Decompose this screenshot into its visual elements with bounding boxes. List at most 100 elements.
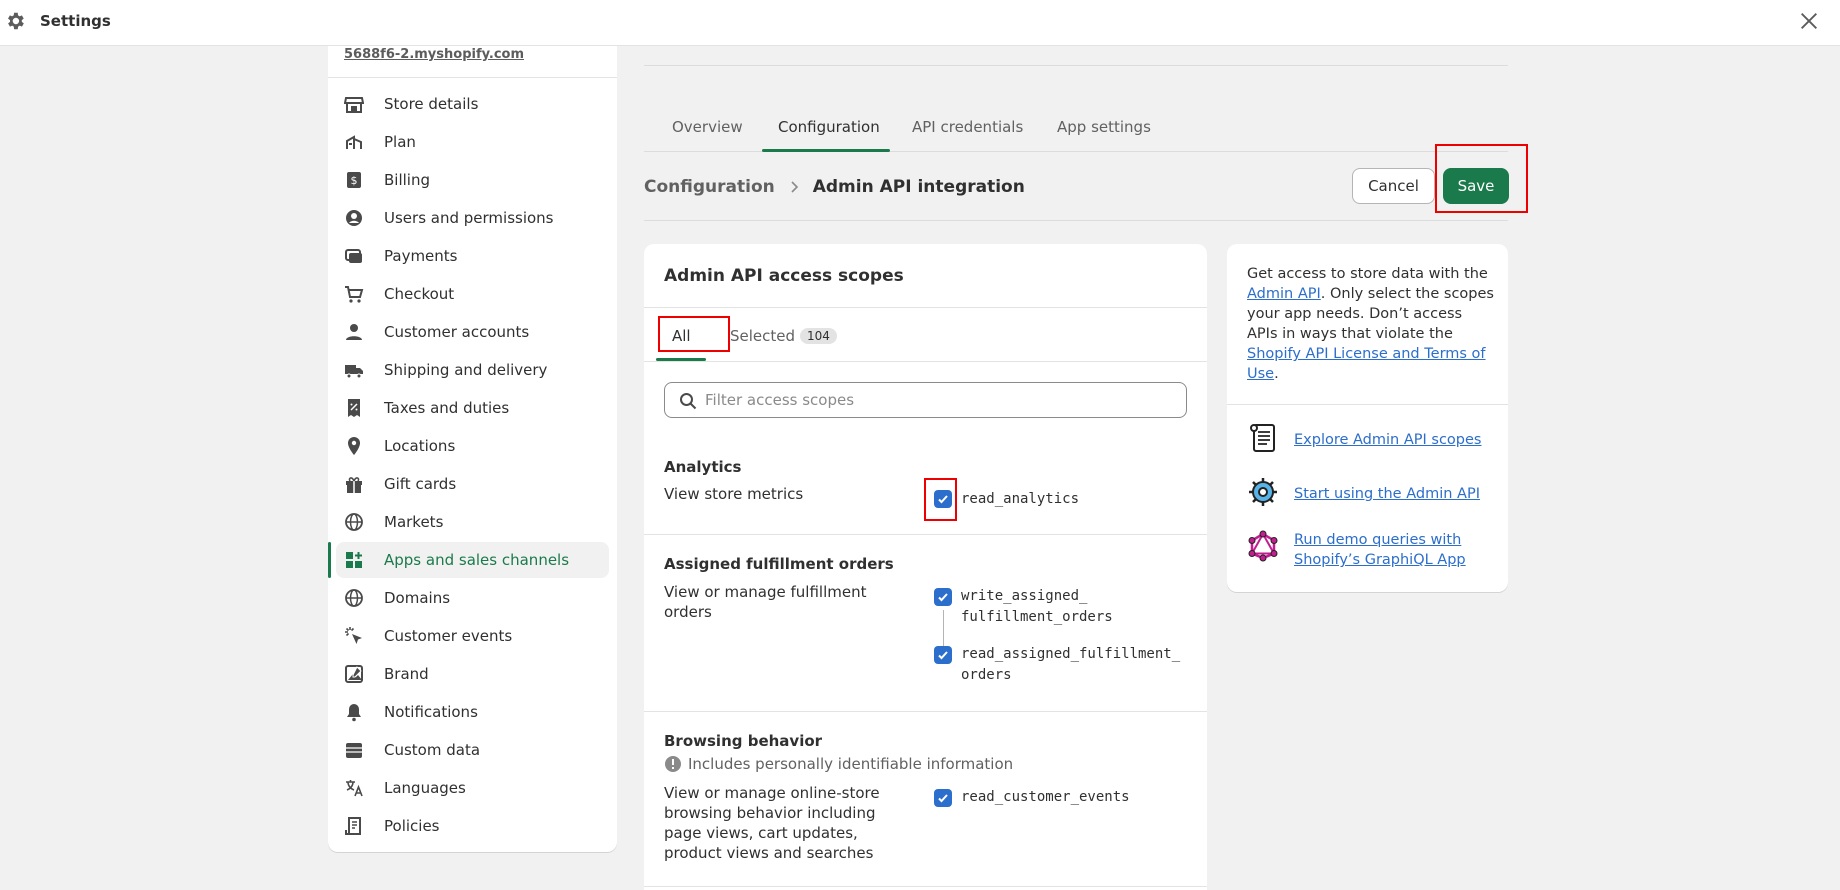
- scope-name: fulfillment_orders: [961, 609, 1113, 625]
- sidebar-item-label: Plan: [384, 133, 416, 151]
- info-text: Get access to store data with the Admin …: [1247, 264, 1495, 384]
- sidebar-item-label: Notifications: [384, 703, 478, 721]
- scope-checkbox[interactable]: [934, 490, 952, 508]
- start-admin-api-link[interactable]: Start using the Admin API: [1294, 484, 1494, 504]
- scope-connector-line: [943, 610, 944, 646]
- sidebar-item-domains[interactable]: Domains: [336, 580, 609, 616]
- tab-selected-scopes[interactable]: Selected 104: [730, 327, 837, 345]
- sidebar-item-languages[interactable]: Languages: [336, 770, 609, 806]
- sidebar-item-payments[interactable]: Payments: [336, 238, 609, 274]
- section-description: View store metrics: [664, 485, 804, 503]
- filter-scopes-field[interactable]: [664, 382, 1187, 418]
- truck-icon: [345, 365, 363, 379]
- checkmark-icon: [938, 794, 948, 803]
- sidebar-item-label: Customer accounts: [384, 323, 530, 341]
- scope-name: read_analytics: [961, 491, 1080, 507]
- brand-icon: [345, 665, 363, 683]
- save-button[interactable]: Save: [1443, 168, 1509, 204]
- sidebar-item-customer-events[interactable]: Customer events: [336, 618, 609, 654]
- scope-checkbox[interactable]: [934, 588, 952, 606]
- card-title: Admin API access scopes: [664, 266, 904, 286]
- location-icon: [348, 437, 360, 455]
- tab-configuration[interactable]: Configuration: [778, 118, 880, 136]
- sidebar-item-label: Markets: [384, 513, 444, 531]
- sidebar-item-users-and-permissions[interactable]: Users and permissions: [336, 200, 609, 236]
- settings-nav: Store details Plan $ Billing Users and permi…: [328, 86, 609, 846]
- divider: [328, 77, 617, 78]
- breadcrumb-parent-link[interactable]: Configuration: [644, 177, 775, 197]
- divider: [644, 307, 1207, 308]
- search-icon: [680, 393, 697, 410]
- cursor-icon: [345, 627, 362, 644]
- sidebar-item-billing[interactable]: $ Billing: [336, 162, 609, 198]
- access-scopes-card: Admin API access scopes All Selected 104 …: [644, 244, 1207, 890]
- scope-checkbox[interactable]: [934, 646, 952, 664]
- sidebar-item-markets[interactable]: Markets: [336, 504, 609, 540]
- gear-icon: [8, 12, 24, 30]
- tab-all-scopes[interactable]: All: [672, 327, 691, 345]
- sidebar-item-label: Shipping and delivery: [384, 361, 548, 379]
- explore-scopes-link[interactable]: Explore Admin API scopes: [1294, 430, 1494, 450]
- sidebar-item-label: Domains: [384, 589, 451, 607]
- scroll-icon: [1250, 424, 1275, 452]
- sidebar-item-custom-data[interactable]: Custom data: [336, 732, 609, 768]
- divider: [1227, 404, 1508, 405]
- receipt-icon: [348, 399, 360, 417]
- breadcrumb-current: Admin API integration: [812, 177, 1025, 197]
- sidebar-item-label: Users and permissions: [384, 209, 554, 227]
- close-icon[interactable]: [1798, 10, 1820, 32]
- sidebar-item-plan[interactable]: Plan: [336, 124, 609, 160]
- cancel-button[interactable]: Cancel: [1352, 168, 1435, 204]
- sidebar-item-gift-cards[interactable]: Gift cards: [336, 466, 609, 502]
- sidebar-item-label: Taxes and duties: [384, 399, 510, 417]
- sidebar-item-apps-and-sales-channels[interactable]: Apps and sales channels: [328, 542, 609, 578]
- section-title: Assigned fulfillment orders: [664, 555, 894, 573]
- active-tab-indicator: [762, 149, 890, 152]
- sidebar-item-label: Store details: [384, 95, 479, 113]
- sidebar-item-store-details[interactable]: Store details: [336, 86, 609, 122]
- divider: [644, 361, 1207, 362]
- divider: [644, 65, 1508, 66]
- divider: [644, 220, 1508, 221]
- sidebar-item-brand[interactable]: Brand: [336, 656, 609, 692]
- bell-icon: [347, 704, 361, 722]
- store-icon: [344, 97, 364, 113]
- database-icon: [346, 743, 362, 758]
- sidebar-item-label: Customer events: [384, 627, 513, 645]
- section-description: View or manage online-store browsing beh…: [664, 784, 880, 862]
- scope-checkbox[interactable]: [934, 789, 952, 807]
- sidebar-item-label: Custom data: [384, 741, 481, 759]
- tab-bar: Overview Configuration API credentials A…: [644, 110, 1508, 152]
- pii-note: Includes personally identifiable informa…: [664, 755, 1013, 773]
- tab-app-settings[interactable]: App settings: [1057, 118, 1151, 136]
- filter-scopes-input[interactable]: [705, 389, 1175, 411]
- sidebar-item-customer-accounts[interactable]: Customer accounts: [336, 314, 609, 350]
- gift-icon: [346, 477, 362, 493]
- api-license-link[interactable]: Shopify API License and Terms of Use: [1247, 346, 1486, 382]
- info-text-part: Get access to store data with the: [1247, 266, 1488, 282]
- store-url-link[interactable]: 5688f6-2.myshopify.com: [344, 47, 524, 62]
- tab-api-credentials[interactable]: API credentials: [912, 118, 1023, 136]
- chevron-right-icon: [791, 181, 798, 193]
- apps-icon: [346, 552, 362, 568]
- sidebar-item-label: Policies: [384, 817, 440, 835]
- admin-api-link[interactable]: Admin API: [1247, 286, 1321, 302]
- sidebar-item-label: Billing: [384, 171, 430, 189]
- language-icon: [346, 780, 363, 797]
- sidebar-item-locations[interactable]: Locations: [336, 428, 609, 464]
- section-title: Browsing behavior: [664, 732, 823, 750]
- user-circle-icon: [346, 210, 362, 226]
- sidebar-item-shipping-and-delivery[interactable]: Shipping and delivery: [336, 352, 609, 388]
- sidebar-item-policies[interactable]: Policies: [336, 808, 609, 844]
- tab-overview[interactable]: Overview: [672, 118, 743, 136]
- plan-icon: [346, 135, 362, 149]
- scope-name: orders: [961, 667, 1012, 683]
- sidebar-item-taxes-and-duties[interactable]: Taxes and duties: [336, 390, 609, 426]
- highlight-box: [658, 316, 730, 352]
- sidebar-item-checkout[interactable]: Checkout: [336, 276, 609, 312]
- sidebar-item-label: Payments: [384, 247, 458, 265]
- breadcrumb: Configuration Admin API integration: [644, 175, 1025, 199]
- sidebar-item-notifications[interactable]: Notifications: [336, 694, 609, 730]
- tab-selected-label: Selected: [730, 327, 796, 345]
- graphiql-demo-link[interactable]: Run demo queries with Shopify’s GraphiQL…: [1294, 530, 1494, 570]
